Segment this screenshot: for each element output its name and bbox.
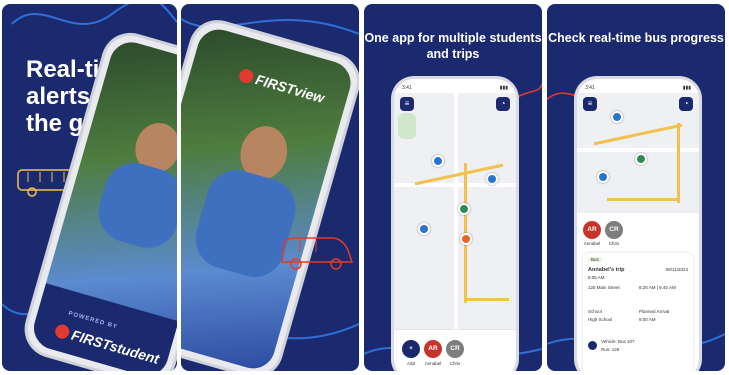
rider-avatar[interactable]: AR [583,221,601,239]
bus-stop-pin[interactable] [611,111,623,123]
bus-route [607,198,679,201]
route-label: Run: 128 [601,347,620,352]
bus-stop-pin[interactable] [486,173,498,185]
van-icon [281,237,354,270]
firstview-logo: FIRSTview [237,66,326,106]
bus-route [464,298,509,301]
rider-avatar[interactable]: AR [424,340,442,358]
bus-stop-pin[interactable] [597,171,609,183]
menu-button[interactable]: ≡ [400,97,414,111]
park-area [398,113,416,139]
rider-avatar[interactable]: CR [446,340,464,358]
phone-screen: FIRSTview [181,24,356,371]
bus-icon [588,341,597,350]
phone-mockup: 3:41 ▮▮▮ ≡ ◔ AR Annabel CR Chris Bus Anna… [577,79,699,371]
bus-location-pin[interactable] [458,203,470,215]
panel-student-photo: FIRSTview [181,4,359,371]
panel-realtime-alerts: Real-time alerts on the go POWERED BY FI… [2,4,177,371]
panel-multiple-students: One app for multiple students and trips … [364,4,542,371]
brand-band: POWERED BY FIRSTstudent [28,283,177,371]
map-view[interactable]: ≡ ◔ [577,93,699,213]
rider-avatar[interactable]: CR [605,221,623,239]
school-label: School [588,309,602,314]
bus-stop-pin[interactable] [432,155,444,167]
school-name: High School [588,317,613,322]
logo-mark-icon [237,67,255,85]
panel-bus-progress: Check real-time bus progress 3:41 ▮▮▮ ≡ ◔… [547,4,725,371]
signal-icon: ▮▮▮ [682,85,691,91]
signal-icon: ▮▮▮ [499,85,508,91]
trip-title: Annabel's trip [588,267,625,273]
notifications-button[interactable]: ◔ [496,97,510,111]
menu-button[interactable]: ≡ [583,97,597,111]
bus-route [593,123,683,146]
rider-label: Add [406,361,415,366]
bus-route [677,123,680,203]
rider-label: Chris [608,241,620,246]
arrival-label: Planned Arrival [639,309,670,314]
add-rider-button[interactable]: + [402,340,420,358]
rider-label: Annabel [583,241,601,246]
app-store-screenshots: Real-time alerts on the go POWERED BY FI… [0,0,729,375]
bus-location-pin[interactable] [460,233,472,245]
status-time: 3:41 [402,85,412,91]
panel-caption: One app for multiple students and trips [364,31,542,61]
map-view[interactable]: ≡ ◔ [394,93,516,338]
phone-mockup: FIRSTview [181,16,359,371]
rider-label: Chris [449,361,461,366]
phone-mockup: 3:41 ▮▮▮ ≡ ◔ + Add AR Annabel CR Chris [394,79,516,371]
panel-caption: Check real-time bus progress [548,31,724,45]
trip-type-badge: Bus [588,257,602,262]
trip-time: 8:05 AM [588,275,605,280]
trip-date: 08/11/2024 [665,267,688,272]
trip-card[interactable]: Bus Annabel's trip 08/11/2024 8:05 AM 12… [583,253,693,371]
stop-time: 8:25 AM | 8:45 AM [639,285,676,290]
notifications-button[interactable]: ◔ [679,97,693,111]
vehicle-label: Vehicle: Bus 107 [601,339,635,344]
bus-location-pin[interactable] [635,153,647,165]
firststudent-logo: FIRSTstudent [53,322,161,367]
rider-label: Annabel [424,361,442,366]
bus-stop-pin[interactable] [418,223,430,235]
arrival-time: 9:00 AM [639,317,656,322]
logo-mark-icon [53,322,71,341]
stop-address: 125 Main Street [588,285,620,290]
rider-tray: + Add AR Annabel CR Chris [394,329,516,371]
status-time: 3:41 [585,85,595,91]
